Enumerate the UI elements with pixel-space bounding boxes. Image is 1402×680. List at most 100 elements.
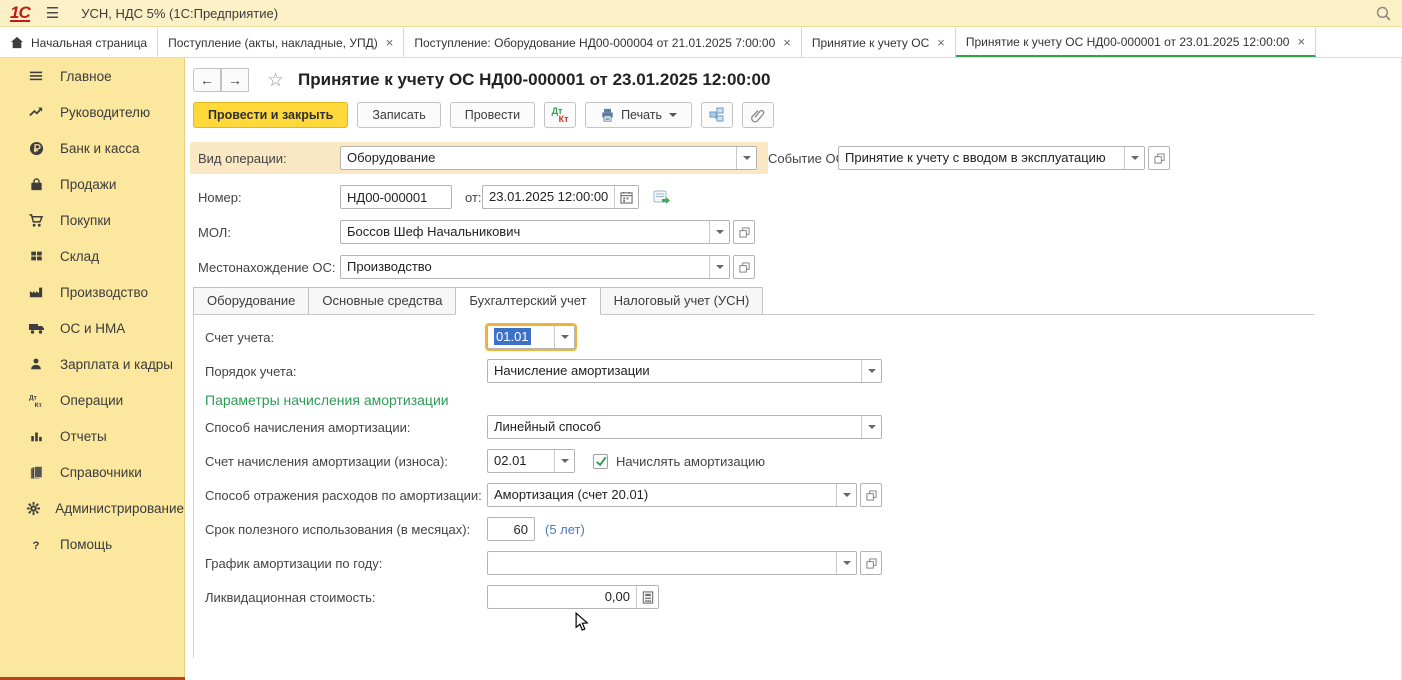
window-title: УСН, НДС 5% (1С:Предприятие): [81, 6, 278, 21]
app-tab-1[interactable]: Поступление (акты, накладные, УПД) ×: [158, 28, 404, 57]
sidebar-item-13[interactable]: ? Помощь: [0, 526, 184, 562]
accounting-order-select[interactable]: Начисление амортизации: [487, 359, 882, 383]
number-label: Номер:: [198, 190, 242, 205]
chevron-down-icon[interactable]: [861, 360, 881, 382]
sidebar-item-1[interactable]: Руководителю: [0, 94, 184, 130]
chevron-down-icon[interactable]: [836, 484, 856, 506]
yearly-schedule-label: График амортизации по году:: [205, 556, 382, 571]
accrue-depreciation-checkbox[interactable]: [593, 454, 608, 469]
page-tab-0[interactable]: Оборудование: [193, 287, 309, 315]
set-current-date-icon[interactable]: [653, 190, 670, 205]
sidebar-item-10[interactable]: Отчеты: [0, 418, 184, 454]
app-tab-label: Принятие к учету ОС: [812, 36, 929, 50]
favorites-star-icon[interactable]: ☆: [267, 69, 284, 92]
useful-life-input[interactable]: 60: [487, 517, 535, 541]
person-icon: [26, 357, 46, 371]
sidebar: ГлавноеРуководителюБанк и кассаПродажиПо…: [0, 58, 185, 680]
post-and-close-button[interactable]: Провести и закрыть: [193, 102, 348, 128]
page-title: Принятие к учету ОС НД00-000001 от 23.01…: [298, 70, 770, 90]
print-button[interactable]: Печать: [585, 102, 692, 128]
chevron-down-icon[interactable]: [709, 256, 729, 278]
app-tab-2[interactable]: Поступление: Оборудование НД00-000004 от…: [404, 28, 802, 57]
sidebar-item-8[interactable]: Зарплата и кадры: [0, 346, 184, 382]
depreciation-method-label: Способ начисления амортизации:: [205, 420, 411, 435]
sidebar-item-5[interactable]: Склад: [0, 238, 184, 274]
main-menu-icon[interactable]: ☰: [46, 4, 59, 22]
liquidation-value-input[interactable]: 0,00: [487, 585, 659, 609]
sidebar-item-4[interactable]: Покупки: [0, 202, 184, 238]
truck-icon: [26, 321, 46, 335]
close-tab-icon[interactable]: ×: [386, 35, 394, 50]
app-tab-0[interactable]: Начальная страница: [0, 28, 158, 57]
open-link-icon: [1154, 153, 1165, 164]
expense-reflection-select[interactable]: Амортизация (счет 20.01): [487, 483, 857, 507]
page-tab-1[interactable]: Основные средства: [308, 287, 456, 315]
os-event-select[interactable]: Принятие к учету с вводом в эксплуатацию: [838, 146, 1145, 170]
close-tab-icon[interactable]: ×: [937, 35, 945, 50]
number-input[interactable]: НД00-000001: [340, 185, 452, 209]
chevron-down-icon: [669, 113, 677, 117]
chevron-down-icon[interactable]: [1124, 147, 1144, 169]
sidebar-item-label: Справочники: [60, 465, 142, 480]
account-select[interactable]: 01.01: [487, 325, 575, 349]
useful-life-hint: (5 лет): [545, 522, 585, 537]
page-tab-3[interactable]: Налоговый учет (УСН): [600, 287, 764, 315]
search-icon[interactable]: [1375, 5, 1392, 27]
open-os-event-button[interactable]: [1148, 146, 1170, 170]
open-expense-reflection-button[interactable]: [860, 483, 882, 507]
open-link-icon: [739, 227, 750, 238]
show-postings-button[interactable]: Дт Кт: [544, 102, 576, 128]
document-form: ← → ☆ Принятие к учету ОС НД00-000001 от…: [185, 58, 1402, 680]
depreciation-account-select[interactable]: 02.01: [487, 449, 575, 473]
sidebar-item-3[interactable]: Продажи: [0, 166, 184, 202]
chevron-down-icon[interactable]: [836, 552, 856, 574]
calculator-icon[interactable]: [636, 586, 658, 608]
app-tab-3[interactable]: Принятие к учету ОС ×: [802, 28, 956, 57]
open-yearly-schedule-button[interactable]: [860, 551, 882, 575]
sidebar-item-2[interactable]: Банк и касса: [0, 130, 184, 166]
yearly-schedule-select[interactable]: [487, 551, 857, 575]
sidebar-item-label: Помощь: [60, 537, 112, 552]
calendar-icon[interactable]: [614, 186, 638, 208]
sidebar-item-label: ОС и НМА: [60, 321, 125, 336]
home-icon: [10, 36, 24, 49]
sidebar-item-11[interactable]: Справочники: [0, 454, 184, 490]
chevron-down-icon[interactable]: [554, 450, 574, 472]
app-tab-4[interactable]: Принятие к учету ОС НД00-000001 от 23.01…: [956, 28, 1316, 57]
dtkt-icon: ДтКт: [26, 393, 46, 408]
sidebar-item-9[interactable]: ДтКт Операции: [0, 382, 184, 418]
date-input[interactable]: 23.01.2025 12:00:00: [482, 185, 639, 209]
page-tab-2[interactable]: Бухгалтерский учет: [455, 287, 600, 315]
tab-panel-border: [193, 314, 194, 658]
chevron-down-icon[interactable]: [709, 221, 729, 243]
mol-select[interactable]: Боссов Шеф Начальникович: [340, 220, 730, 244]
sidebar-item-6[interactable]: Производство: [0, 274, 184, 310]
sidebar-item-7[interactable]: ОС и НМА: [0, 310, 184, 346]
save-button[interactable]: Записать: [357, 102, 440, 128]
liquidation-value-label: Ликвидационная стоимость:: [205, 590, 375, 605]
sidebar-item-0[interactable]: Главное: [0, 58, 184, 94]
warehouse-icon: [26, 249, 46, 263]
close-tab-icon[interactable]: ×: [1297, 34, 1305, 49]
open-os-location-button[interactable]: [733, 255, 755, 279]
svg-text:?: ?: [33, 539, 40, 551]
sidebar-item-label: Операции: [60, 393, 123, 408]
paperclip-icon: [751, 108, 766, 123]
close-tab-icon[interactable]: ×: [783, 35, 791, 50]
chevron-down-icon[interactable]: [554, 326, 574, 348]
app-tab-label: Поступление (акты, накладные, УПД): [168, 36, 378, 50]
page-tabs: ОборудованиеОсновные средстваБухгалтерск…: [193, 287, 762, 315]
document-structure-button[interactable]: [701, 102, 733, 128]
post-button[interactable]: Провести: [450, 102, 535, 128]
open-mol-button[interactable]: [733, 220, 755, 244]
operation-type-select[interactable]: Оборудование: [340, 146, 757, 170]
depreciation-method-select[interactable]: Линейный способ: [487, 415, 882, 439]
sidebar-item-12[interactable]: Администрирование: [0, 490, 184, 526]
os-location-select[interactable]: Производство: [340, 255, 730, 279]
back-button[interactable]: ←: [193, 68, 221, 92]
forward-button[interactable]: →: [221, 68, 249, 92]
account-label: Счет учета:: [205, 330, 274, 345]
chevron-down-icon[interactable]: [861, 416, 881, 438]
attachments-button[interactable]: [742, 102, 774, 128]
chevron-down-icon[interactable]: [736, 147, 756, 169]
